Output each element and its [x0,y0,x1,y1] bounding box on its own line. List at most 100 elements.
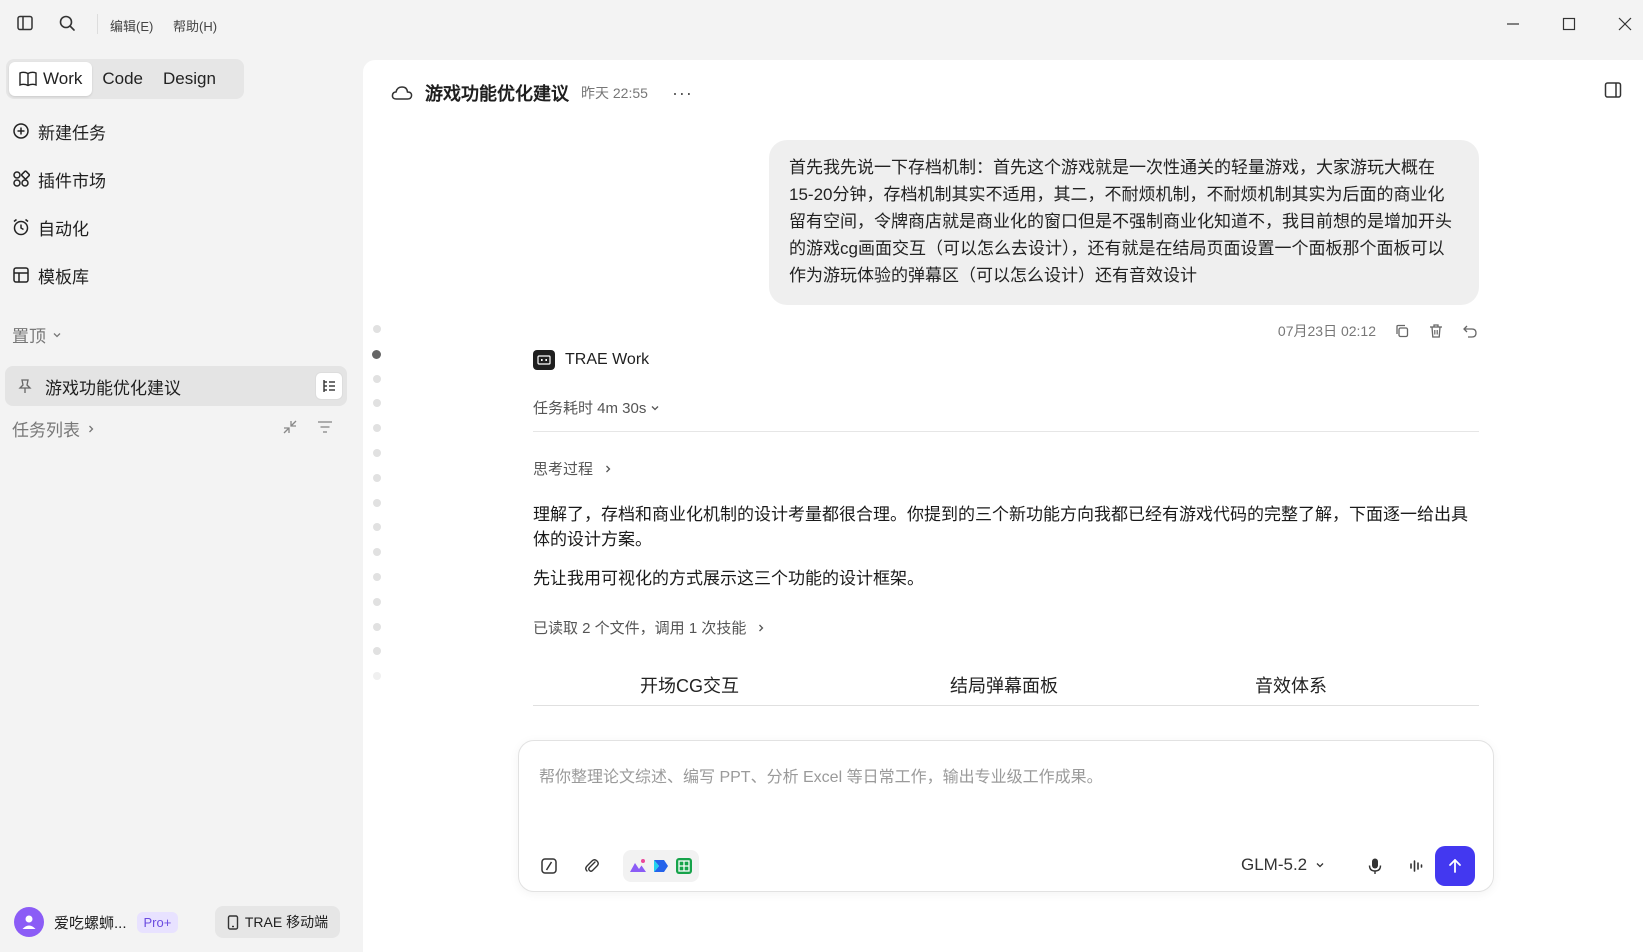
timeline-dot[interactable] [372,349,381,359]
task-duration: 任务耗时 4m 30s [533,400,647,417]
timeline-dot[interactable] [373,622,381,631]
chat-header: 游戏功能优化建议 昨天 22:55 ··· [391,78,693,108]
pinned-section-header[interactable]: 置顶 [12,322,62,347]
side-panel-toggle-icon[interactable] [1603,80,1625,102]
message-time: 07月23日 02:12 [1277,323,1376,339]
timeline-dot[interactable] [373,424,381,433]
task-list-label: 任务列表 [12,421,80,440]
agent-header: TRAE Work [533,350,1479,370]
sidebar-item-label: 模板库 [38,267,89,287]
thinking-label: 思考过程 [533,461,594,478]
read-files-label: 已读取 2 个文件，调用 1 次技能 [533,620,747,637]
task-list-header[interactable]: 任务列表 [12,416,96,441]
flow-app-icon[interactable] [651,856,671,876]
timeline-dot[interactable] [373,473,381,482]
read-files-toggle[interactable]: 已读取 2 个文件，调用 1 次技能 [533,617,766,638]
undo-icon[interactable] [1462,323,1478,339]
answer-paragraph: 理解了，存档和商业化机制的设计考量都很合理。你提到的三个新功能方向我都已经有游戏… [533,505,1468,549]
sidebar-item-label: 新建任务 [38,123,106,143]
agent-message: TRAE Work 任务耗时 4m 30s 思考过程 理解了，存档和商业化机制的… [533,350,1479,706]
mode-tab-work[interactable]: Work [9,62,93,96]
attachment-icon[interactable] [581,855,603,877]
timeline-dot[interactable] [373,325,381,333]
message-composer[interactable]: 帮你整理论文综述、编写 PPT、分析 Excel 等日常工作，输出专业级工作成果… [518,740,1494,892]
timeline-dot[interactable] [373,672,381,681]
voice-wave-icon[interactable] [1406,855,1428,877]
filter-icon[interactable] [316,418,334,436]
chevron-down-icon [1316,863,1324,868]
sidebar-item-template-library[interactable]: 模板库 [12,261,89,289]
timeline-dot[interactable] [373,647,381,656]
microphone-icon[interactable] [1364,855,1386,877]
sheet-app-icon[interactable] [674,856,694,876]
avatar [14,907,44,937]
arrow-up-icon [1449,859,1461,873]
pinned-task-item[interactable]: 游戏功能优化建议 [5,366,347,406]
chevron-right-icon [606,465,611,472]
feature-tabs: 开场CG交互 结局弹幕面板 音效体系 [533,670,1479,706]
timeline-dot[interactable] [373,573,381,581]
book-icon [19,71,37,87]
sidebar-item-label: 自动化 [38,219,89,239]
sidebar-item-plugin-market[interactable]: 插件市场 [12,165,106,193]
timeline-dot[interactable] [373,449,381,457]
agent-name: TRAE Work [565,351,650,368]
model-selector[interactable]: GLM-5.2 [1241,855,1325,875]
sidebar-item-new-task[interactable]: 新建任务 [12,117,106,145]
mode-switch: Work Code Design [6,59,244,99]
command-icon[interactable] [538,855,560,877]
image-app-icon[interactable] [628,856,648,876]
timeline-dot[interactable] [373,548,381,557]
template-icon [13,267,29,283]
more-options-button[interactable]: ··· [672,83,693,104]
timeline-dot[interactable] [373,399,381,408]
collapse-icon[interactable] [281,418,299,436]
answer-paragraph: 先让我用可视化的方式展示这三个功能的设计框架。 [533,569,924,588]
clock-icon [13,218,29,236]
thinking-process-toggle[interactable]: 思考过程 [533,458,613,479]
sidebar-item-automation[interactable]: 自动化 [12,213,89,241]
titlebar-divider [97,14,98,34]
sidebar: Work Code Design 新建任务 插件市场 自动化 模板库 置顶 游戏… [0,48,362,952]
task-outline-icon[interactable] [315,372,343,400]
timeline-dot[interactable] [373,374,381,383]
menu-edit[interactable]: 编辑(E) [110,16,153,35]
timeline-dot[interactable] [373,597,381,606]
user-name: 爱吃螺蛳... [54,914,127,932]
copy-icon[interactable] [1394,323,1410,339]
sidebar-toggle-icon[interactable] [14,12,36,34]
minimize-icon[interactable] [1500,12,1526,36]
timeline-dot[interactable] [373,498,381,507]
mode-tab-code[interactable]: Code [92,62,153,96]
chevron-down-icon [651,405,659,410]
mode-tab-design[interactable]: Design [153,62,226,96]
pinned-task-label: 游戏功能优化建议 [45,378,181,398]
close-icon[interactable] [1612,12,1638,36]
agent-answer: 理解了，存档和商业化机制的设计考量都很合理。你提到的三个新功能方向我都已经有游戏… [533,502,1479,605]
user-message-bubble: 首先我先说一下存档机制：首先这个游戏就是一次性通关的轻量游戏，大家游玩大概在15… [769,140,1479,305]
send-button[interactable] [1435,846,1475,886]
delete-icon[interactable] [1428,323,1444,339]
maximize-icon[interactable] [1556,12,1582,36]
pinned-label: 置顶 [12,327,46,346]
divider [533,431,1479,432]
chevron-right-icon [759,624,764,631]
timeline-dot[interactable] [373,523,381,532]
chevron-down-icon [53,332,61,337]
message-meta: 07月23日 02:12 [1278,321,1478,341]
chat-panel: 游戏功能优化建议 昨天 22:55 ··· 首先我先说一下存档机制：首先这个游戏… [363,60,1643,952]
trae-logo-icon [533,350,555,370]
user-profile[interactable]: 爱吃螺蛳... Pro+ [14,906,179,938]
plan-badge: Pro+ [136,911,179,933]
tab-opening-cg[interactable]: 开场CG交互 [640,672,739,698]
mobile-app-button[interactable]: TRAE 移动端 [215,906,340,938]
apps-icon [13,170,30,187]
app-shortcuts[interactable] [623,850,699,882]
chevron-right-icon [89,425,94,432]
tab-ending-barrage[interactable]: 结局弹幕面板 [950,672,1058,698]
menu-help[interactable]: 帮助(H) [173,16,217,35]
task-duration-toggle[interactable]: 任务耗时 4m 30s [533,397,660,418]
tab-sound-system[interactable]: 音效体系 [1255,672,1327,698]
search-icon[interactable] [56,12,78,34]
composer-input[interactable]: 帮你整理论文综述、编写 PPT、分析 Excel 等日常工作，输出专业级工作成果… [539,763,1103,787]
